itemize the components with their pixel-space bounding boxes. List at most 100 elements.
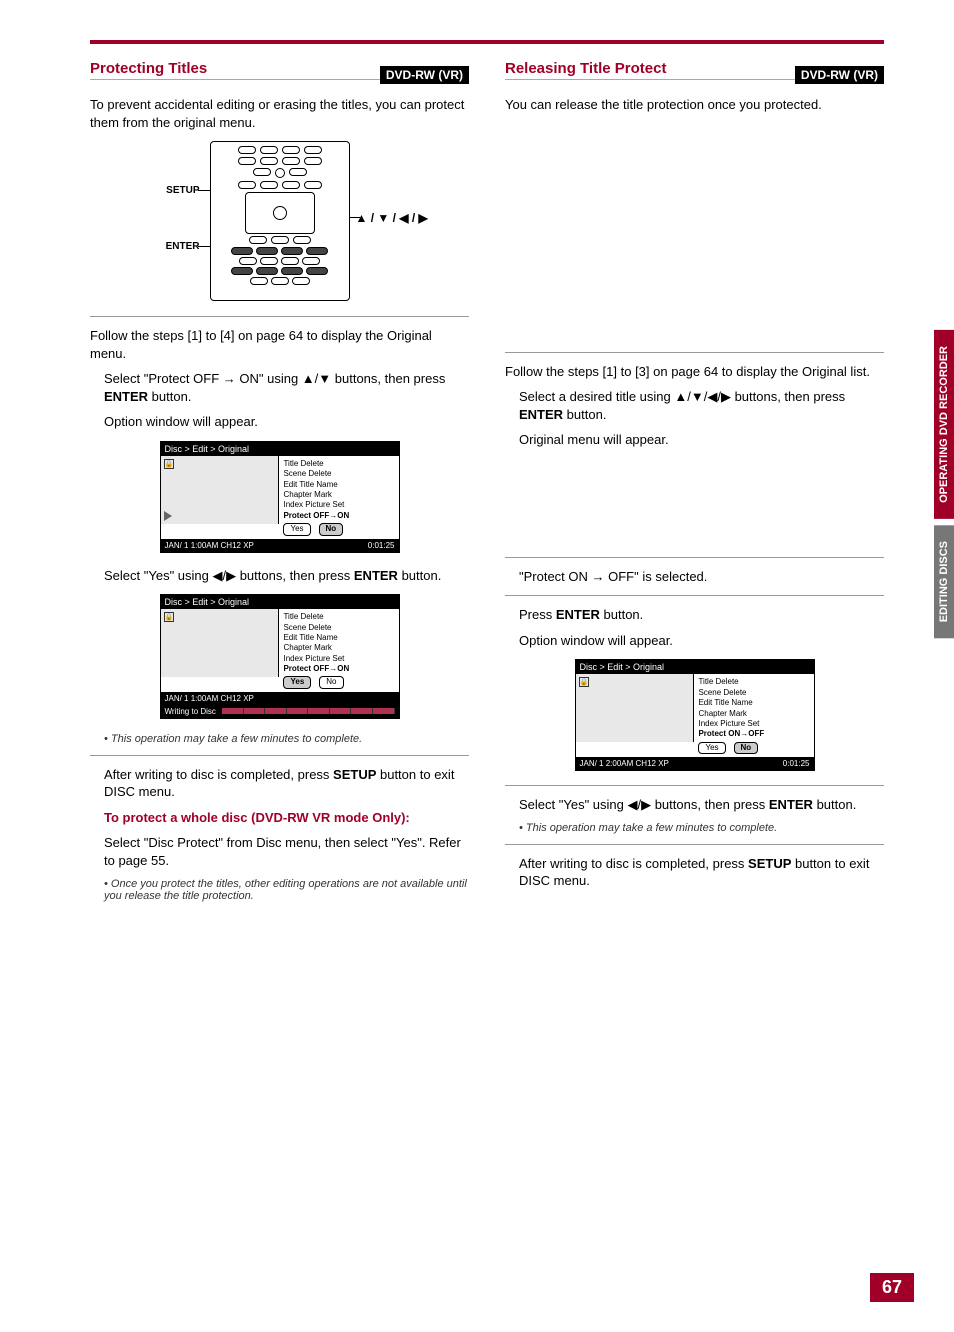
enter-label: ENTER: [769, 797, 813, 812]
spacer: [505, 122, 884, 342]
menu-item: Edit Title Name: [698, 698, 809, 708]
text: Select "Protect OFF → ON" using: [104, 371, 302, 386]
osd-foot-left: JAN/ 1 1:00AM CH12 XP: [165, 541, 254, 550]
left-right-arrows-icon: ◀/▶: [212, 568, 236, 583]
osd-screenshot-2: Disc > Edit > Original 🔒 Title Delete Sc…: [160, 594, 400, 719]
menu-item-selected: Protect OFF→ON: [283, 664, 394, 674]
lock-icon: 🔒: [579, 677, 589, 687]
text: button.: [813, 797, 856, 812]
two-columns: Protecting Titles DVD-RW (VR) To prevent…: [90, 60, 884, 902]
text: button.: [563, 407, 606, 422]
up-down-arrows-icon: ▲/▼: [302, 371, 331, 386]
writing-to-disc-row: Writing to Disc: [161, 705, 399, 718]
setup-label: SETUP: [333, 767, 376, 782]
dvd-rw-vr-badge: DVD-RW (VR): [380, 66, 469, 84]
osd-menu: Title Delete Scene Delete Edit Title Nam…: [279, 456, 398, 539]
divider: [505, 595, 884, 596]
left-right-arrows-icon: ◀/▶: [627, 797, 651, 812]
step6-line1: Select "Yes" using ◀/▶ buttons, then pre…: [104, 567, 469, 585]
menu-item: Chapter Mark: [283, 643, 394, 653]
step-8: After writing to disc is completed, pres…: [519, 855, 884, 890]
text: After writing to disc is completed, pres…: [519, 856, 748, 871]
divider: [505, 352, 884, 353]
text: Press: [519, 607, 556, 622]
tab-editing-discs: EDITING DISCS: [934, 525, 954, 638]
remote-control-icon: [210, 141, 350, 301]
step-5: Select "Protect OFF → ON" using ▲/▼ butt…: [104, 370, 469, 431]
step4-line1: Select a desired title using ▲/▼/◀/▶ but…: [519, 388, 884, 423]
text: buttons, then press: [651, 797, 769, 812]
osd-foot-left: JAN/ 1 2:00AM CH12 XP: [580, 759, 669, 768]
osd-menu: Title Delete Scene Delete Edit Title Nam…: [694, 674, 813, 757]
play-icon: [164, 511, 172, 521]
no-option-selected: No: [734, 742, 759, 754]
menu-item: Title Delete: [283, 612, 394, 622]
menu-item: Chapter Mark: [698, 709, 809, 719]
follow-steps-text: Follow the steps [1] to [4] on page 64 t…: [90, 327, 469, 362]
follow-steps-text: Follow the steps [1] to [3] on page 64 t…: [505, 363, 884, 381]
text: button.: [148, 389, 191, 404]
yes-option: Yes: [283, 523, 310, 535]
menu-item: Edit Title Name: [283, 480, 394, 490]
left-column: Protecting Titles DVD-RW (VR) To prevent…: [90, 60, 469, 902]
text: button.: [398, 568, 441, 583]
osd-breadcrumb: Disc > Edit > Original: [161, 442, 399, 456]
yes-option-selected: Yes: [283, 676, 311, 688]
menu-item: Chapter Mark: [283, 490, 394, 500]
menu-item-selected: Protect OFF→ON: [283, 511, 394, 521]
step6-line2: Option window will appear.: [519, 632, 884, 650]
text: buttons, then press: [236, 568, 354, 583]
step-6: Select "Yes" using ◀/▶ buttons, then pre…: [104, 567, 469, 585]
text: button.: [600, 607, 643, 622]
menu-item: Title Delete: [283, 459, 394, 469]
osd-foot-right: 0:01:25: [783, 759, 810, 768]
section-tabs: OPERATING DVD RECORDER EDITING DISCS: [934, 330, 954, 638]
no-option-selected: No: [319, 523, 344, 535]
step-7: After writing to disc is completed, pres…: [104, 766, 469, 801]
step5-line1: Select "Protect OFF → ON" using ▲/▼ butt…: [104, 370, 469, 405]
menu-item: Scene Delete: [698, 688, 809, 698]
osd-screenshot-3: Disc > Edit > Original 🔒 Title Delete Sc…: [575, 659, 815, 771]
tab-operating-dvd-recorder: OPERATING DVD RECORDER: [934, 330, 954, 519]
setup-label: SETUP: [748, 856, 791, 871]
enter-label: ENTER: [354, 568, 398, 583]
page-number: 67: [870, 1273, 914, 1302]
nav-pad-icon: [245, 192, 315, 234]
top-rule: [90, 40, 884, 44]
divider: [505, 844, 884, 845]
osd-foot-right: 0:01:25: [368, 541, 395, 550]
red-heading: To protect a whole disc (DVD-RW VR mode …: [104, 810, 410, 825]
manual-page: Protecting Titles DVD-RW (VR) To prevent…: [0, 0, 954, 1332]
step4-line2: Original menu will appear.: [519, 431, 884, 449]
setup-button-label: SETUP: [140, 185, 200, 196]
note-few-minutes: This operation may take a few minutes to…: [104, 733, 469, 745]
step7-line1: Select "Yes" using ◀/▶ buttons, then pre…: [519, 796, 884, 814]
osd-thumbnail: 🔒: [161, 609, 280, 677]
spacer: [505, 457, 884, 547]
enter-button-label: ENTER: [140, 241, 200, 252]
note-few-minutes: This operation may take a few minutes to…: [519, 822, 884, 834]
osd-thumbnail: 🔒: [161, 456, 280, 524]
right-column: Releasing Title Protect DVD-RW (VR) You …: [505, 60, 884, 902]
enter-label: ENTER: [104, 389, 148, 404]
text: buttons, then press: [331, 371, 445, 386]
yes-option: Yes: [698, 742, 725, 754]
menu-item: Index Picture Set: [283, 654, 394, 664]
text: After writing to disc is completed, pres…: [104, 767, 333, 782]
osd-screenshot-1: Disc > Edit > Original 🔒 Title Delete Sc…: [160, 441, 400, 553]
whole-disc-heading: To protect a whole disc (DVD-RW VR mode …: [104, 809, 469, 827]
step-6: Press ENTER button. Option window will a…: [519, 606, 884, 649]
menu-item: Title Delete: [698, 677, 809, 687]
menu-item: Scene Delete: [283, 469, 394, 479]
step6-line1: Press ENTER button.: [519, 606, 884, 624]
divider: [90, 755, 469, 756]
enter-label: ENTER: [519, 407, 563, 422]
menu-item-selected: Protect ON→OFF: [698, 729, 809, 739]
osd-breadcrumb: Disc > Edit > Original: [161, 595, 399, 609]
text: Select "Yes" using: [104, 568, 212, 583]
text: Select a desired title using: [519, 389, 674, 404]
intro-text: To prevent accidental editing or erasing…: [90, 96, 469, 131]
step5-line2: Option window will appear.: [104, 413, 469, 431]
osd-footer: JAN/ 1 1:00AM CH12 XP: [161, 692, 399, 705]
writing-label: Writing to Disc: [165, 707, 216, 716]
